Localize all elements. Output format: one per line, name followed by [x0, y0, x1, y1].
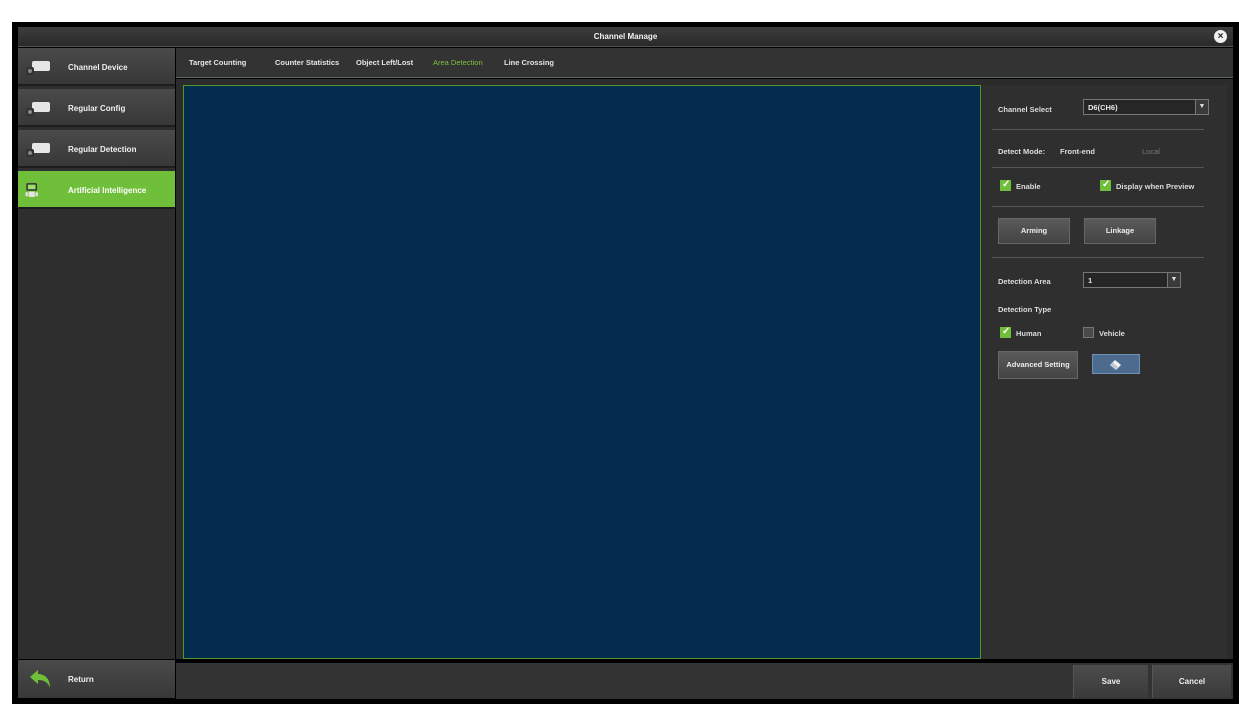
divider — [992, 206, 1204, 207]
window-title: Channel Manage — [593, 32, 658, 41]
detection-area-dropdown[interactable]: 1 ▼ — [1083, 272, 1181, 288]
tab-bar: Target Counting Counter Statistics Objec… — [176, 48, 1233, 78]
linkage-button-label: Linkage — [1105, 226, 1135, 235]
settings-panel: Channel Select D6(CH6) ▼ Detect Mode: Fr… — [982, 85, 1227, 659]
tab-area-detection[interactable]: Area Detection — [433, 58, 483, 67]
cancel-button[interactable]: Cancel — [1152, 665, 1231, 698]
return-button[interactable]: Return — [18, 660, 175, 698]
arming-button-label: Arming — [1020, 226, 1048, 235]
return-label: Return — [68, 675, 94, 684]
main-content: Channel Select D6(CH6) ▼ Detect Mode: Fr… — [176, 79, 1233, 659]
sidebar: Channel Device Regular Config Regular De… — [18, 48, 175, 659]
tab-target-counting[interactable]: Target Counting — [189, 58, 246, 67]
save-label: Save — [1101, 677, 1121, 686]
tab-object-left-lost[interactable]: Object Left/Lost — [356, 58, 413, 67]
robot-icon — [25, 183, 38, 197]
camera-icon — [26, 61, 50, 75]
vehicle-label: Vehicle — [1099, 329, 1125, 338]
return-arrow-icon — [30, 670, 50, 688]
advanced-setting-label: Advanced Setting — [1006, 360, 1070, 369]
detection-area-label: Detection Area — [998, 277, 1051, 286]
channel-manage-window: Channel Manage × Channel Device Regular … — [12, 22, 1239, 704]
divider — [992, 129, 1204, 130]
chevron-down-icon: ▼ — [1195, 100, 1208, 114]
human-label: Human — [1016, 329, 1042, 338]
tab-line-crossing[interactable]: Line Crossing — [504, 58, 554, 67]
save-button[interactable]: Save — [1073, 665, 1148, 698]
advanced-setting-button[interactable]: Advanced Setting — [998, 351, 1078, 379]
sidebar-item-label: Channel Device — [68, 63, 128, 72]
tab-counter-statistics[interactable]: Counter Statistics — [275, 58, 339, 67]
vehicle-checkbox[interactable] — [1083, 327, 1094, 338]
enable-label: Enable — [1016, 182, 1041, 191]
display-preview-checkbox[interactable] — [1100, 179, 1111, 191]
sidebar-item-regular-detection[interactable]: Regular Detection — [18, 130, 175, 168]
channel-select-label: Channel Select — [998, 105, 1052, 114]
video-preview-area[interactable] — [183, 85, 981, 659]
eraser-button[interactable] — [1092, 354, 1140, 374]
sidebar-item-artificial-intelligence[interactable]: Artificial Intelligence — [18, 171, 175, 209]
enable-checkbox[interactable] — [1000, 179, 1011, 191]
sidebar-item-channel-device[interactable]: Channel Device — [18, 48, 175, 86]
divider — [992, 257, 1204, 258]
close-icon[interactable]: × — [1214, 30, 1227, 43]
channel-select-value: D6(CH6) — [1088, 103, 1118, 112]
display-preview-label: Display when Preview — [1116, 182, 1195, 191]
divider — [992, 167, 1204, 168]
camera-icon — [26, 143, 50, 157]
detect-mode-label: Detect Mode: — [998, 147, 1046, 156]
arming-button[interactable]: Arming — [998, 218, 1070, 244]
detect-mode-local-option[interactable]: Local — [1142, 147, 1160, 156]
title-bar: Channel Manage × — [18, 27, 1233, 47]
sidebar-item-label: Regular Detection — [68, 145, 137, 154]
cancel-label: Cancel — [1178, 677, 1206, 686]
channel-select-dropdown[interactable]: D6(CH6) ▼ — [1083, 99, 1209, 115]
chevron-down-icon: ▼ — [1167, 273, 1180, 287]
human-checkbox[interactable] — [1000, 326, 1011, 338]
detect-mode-frontend-option[interactable]: Front-end — [1060, 147, 1095, 156]
detection-area-value: 1 — [1088, 276, 1093, 285]
linkage-button[interactable]: Linkage — [1084, 218, 1156, 244]
sidebar-item-regular-config[interactable]: Regular Config — [18, 89, 175, 127]
detection-type-label: Detection Type — [998, 305, 1052, 314]
camera-icon — [26, 102, 50, 116]
bottom-bar: Save Cancel — [176, 663, 1233, 699]
sidebar-item-label: Artificial Intelligence — [68, 186, 147, 195]
eraser-icon — [1110, 360, 1121, 370]
sidebar-item-label: Regular Config — [68, 104, 126, 113]
